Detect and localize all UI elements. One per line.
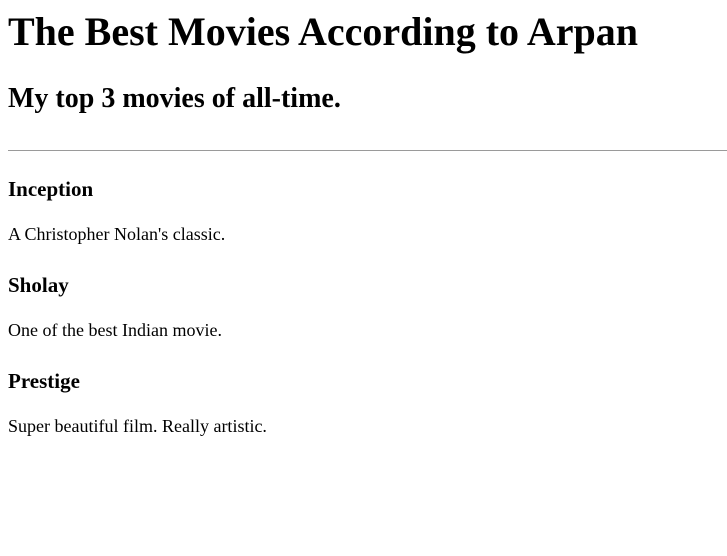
page-content: The Best Movies According to Arpan My to… [0, 9, 727, 115]
movie-title: Prestige [8, 369, 80, 393]
movie-list: Inception A Christopher Nolan's classic.… [8, 175, 719, 437]
movie-description: A Christopher Nolan's classic. [8, 224, 226, 244]
page-title: The Best Movies According to Arpan [8, 9, 638, 54]
movie-item: Sholay One of the best Indian movie. [8, 271, 719, 341]
movie-item: Inception A Christopher Nolan's classic. [8, 175, 719, 245]
movie-item: Prestige Super beautiful film. Really ar… [8, 367, 719, 437]
movie-description: One of the best Indian movie. [8, 320, 222, 340]
movie-title: Sholay [8, 273, 69, 297]
movie-title: Inception [8, 177, 94, 201]
page-subtitle: My top 3 movies of all-time. [8, 83, 341, 114]
divider [8, 150, 727, 151]
movie-description: Super beautiful film. Really artistic. [8, 416, 267, 436]
